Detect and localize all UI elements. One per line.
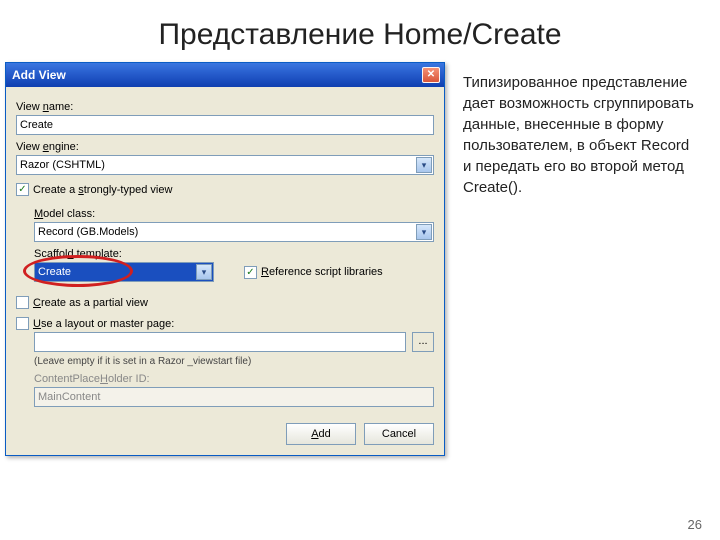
scaffold-template-value: Create — [38, 266, 71, 278]
view-engine-label: View engine: — [16, 141, 434, 153]
add-view-dialog: Add View ✕ View name: Create View engine… — [5, 62, 445, 456]
use-layout-checkbox[interactable] — [16, 317, 29, 330]
use-layout-label: Use a layout or master page: — [33, 318, 174, 330]
partial-view-checkbox[interactable] — [16, 296, 29, 309]
partial-view-label: Create as a partial view — [33, 297, 148, 309]
model-class-label: Model class: — [34, 208, 434, 220]
chevron-down-icon: ▾ — [416, 157, 432, 173]
close-icon: ✕ — [427, 70, 435, 80]
scaffold-template-combo[interactable]: Create ▾ — [34, 262, 214, 282]
view-name-label: View name: — [16, 101, 434, 113]
close-button[interactable]: ✕ — [422, 67, 440, 83]
contentplaceholder-input: MainContent — [34, 387, 434, 407]
chevron-down-icon: ▾ — [416, 224, 432, 240]
strongly-typed-label: Create a strongly-typed view — [33, 184, 172, 196]
layout-path-input[interactable] — [34, 332, 406, 352]
cancel-button[interactable]: Cancel — [364, 423, 434, 445]
model-class-value: Record (GB.Models) — [38, 226, 138, 238]
page-number: 26 — [688, 517, 702, 532]
slide-title: Представление Home/Create — [0, 0, 720, 62]
leave-empty-note: (Leave empty if it is set in a Razor _vi… — [34, 356, 434, 367]
reference-libs-label: Reference script libraries — [261, 266, 383, 278]
reference-libs-checkbox[interactable]: ✓ — [244, 266, 257, 279]
explanatory-text: Типизированное представление дает возмож… — [463, 62, 698, 198]
view-name-value: Create — [20, 119, 53, 131]
contentplaceholder-label: ContentPlaceHolder ID: — [34, 373, 434, 385]
model-class-combo[interactable]: Record (GB.Models) ▾ — [34, 222, 434, 242]
view-engine-value: Razor (CSHTML) — [20, 159, 105, 171]
chevron-down-icon: ▾ — [196, 264, 212, 280]
browse-button[interactable]: ... — [412, 332, 434, 352]
strongly-typed-checkbox[interactable]: ✓ — [16, 183, 29, 196]
titlebar: Add View ✕ — [6, 63, 444, 87]
scaffold-template-label: Scaffold template: — [34, 248, 434, 260]
view-name-input[interactable]: Create — [16, 115, 434, 135]
contentplaceholder-value: MainContent — [38, 391, 100, 403]
add-button[interactable]: Add — [286, 423, 356, 445]
dialog-title: Add View — [12, 68, 66, 82]
view-engine-combo[interactable]: Razor (CSHTML) ▾ — [16, 155, 434, 175]
